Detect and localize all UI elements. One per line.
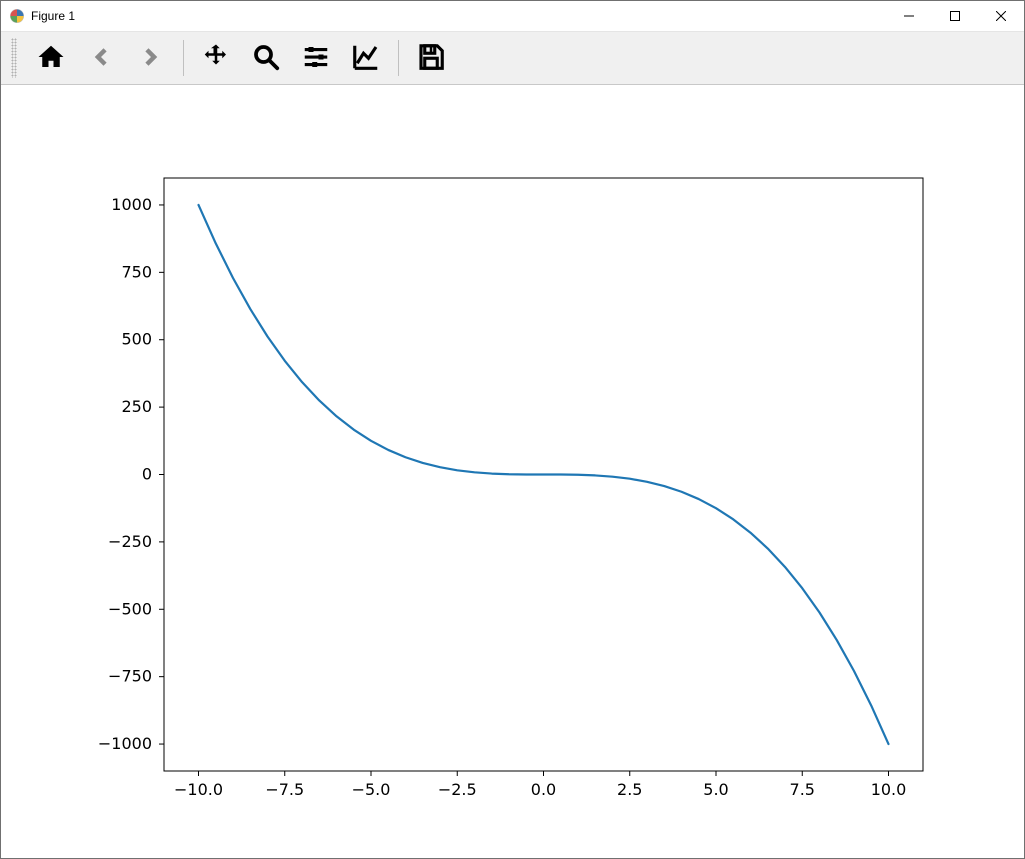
arrow-left-icon: [86, 42, 116, 75]
move-icon: [201, 42, 231, 75]
y-tick-label: 750: [121, 262, 152, 281]
plot-svg: −10.0 −7.5 −5.0 −2.5 0.0 2.5 5.0 7.5 10.0 −1000 −7…: [1, 85, 1024, 858]
home-icon: [36, 42, 66, 75]
x-tick-label: −7.5: [265, 780, 304, 799]
home-button[interactable]: [31, 38, 71, 78]
y-tick-label: −500: [108, 599, 152, 618]
y-tick-label: −1000: [98, 734, 152, 753]
toolbar-separator: [398, 40, 399, 76]
y-tick-label: 0: [142, 465, 152, 484]
x-tick-label: 0.0: [531, 780, 556, 799]
line-series: [199, 205, 889, 744]
toolbar: [1, 32, 1024, 85]
x-tick-label: 10.0: [871, 780, 907, 799]
save-icon: [416, 42, 446, 75]
x-tick-label: −2.5: [438, 780, 477, 799]
sliders-icon: [301, 42, 331, 75]
y-tick-label: −750: [108, 667, 152, 686]
y-tick-label: 250: [121, 397, 152, 416]
window-title: Figure 1: [31, 9, 75, 23]
save-button[interactable]: [411, 38, 451, 78]
chart-line-icon: [351, 42, 381, 75]
y-tick-label: −250: [108, 532, 152, 551]
forward-button[interactable]: [131, 38, 171, 78]
minimize-button[interactable]: [886, 1, 932, 31]
x-tick-label: 2.5: [617, 780, 642, 799]
toolbar-grip: [11, 38, 17, 78]
pan-button[interactable]: [196, 38, 236, 78]
edit-axes-button[interactable]: [346, 38, 386, 78]
x-tick-label: 5.0: [703, 780, 728, 799]
x-tick-label: −10.0: [174, 780, 223, 799]
y-tick-label: 500: [121, 330, 152, 349]
titlebar: Figure 1: [1, 1, 1024, 32]
figure-window: Figure 1: [0, 0, 1025, 859]
zoom-icon: [251, 42, 281, 75]
configure-subplots-button[interactable]: [296, 38, 336, 78]
zoom-button[interactable]: [246, 38, 286, 78]
x-tick-label: 7.5: [790, 780, 815, 799]
y-tick-label: 1000: [111, 195, 152, 214]
toolbar-separator: [183, 40, 184, 76]
app-icon: [9, 8, 25, 24]
arrow-right-icon: [136, 42, 166, 75]
maximize-button[interactable]: [932, 1, 978, 31]
x-tick-label: −5.0: [352, 780, 391, 799]
back-button[interactable]: [81, 38, 121, 78]
close-button[interactable]: [978, 1, 1024, 31]
figure-canvas[interactable]: −10.0 −7.5 −5.0 −2.5 0.0 2.5 5.0 7.5 10.0 −1000 −7…: [1, 85, 1024, 858]
